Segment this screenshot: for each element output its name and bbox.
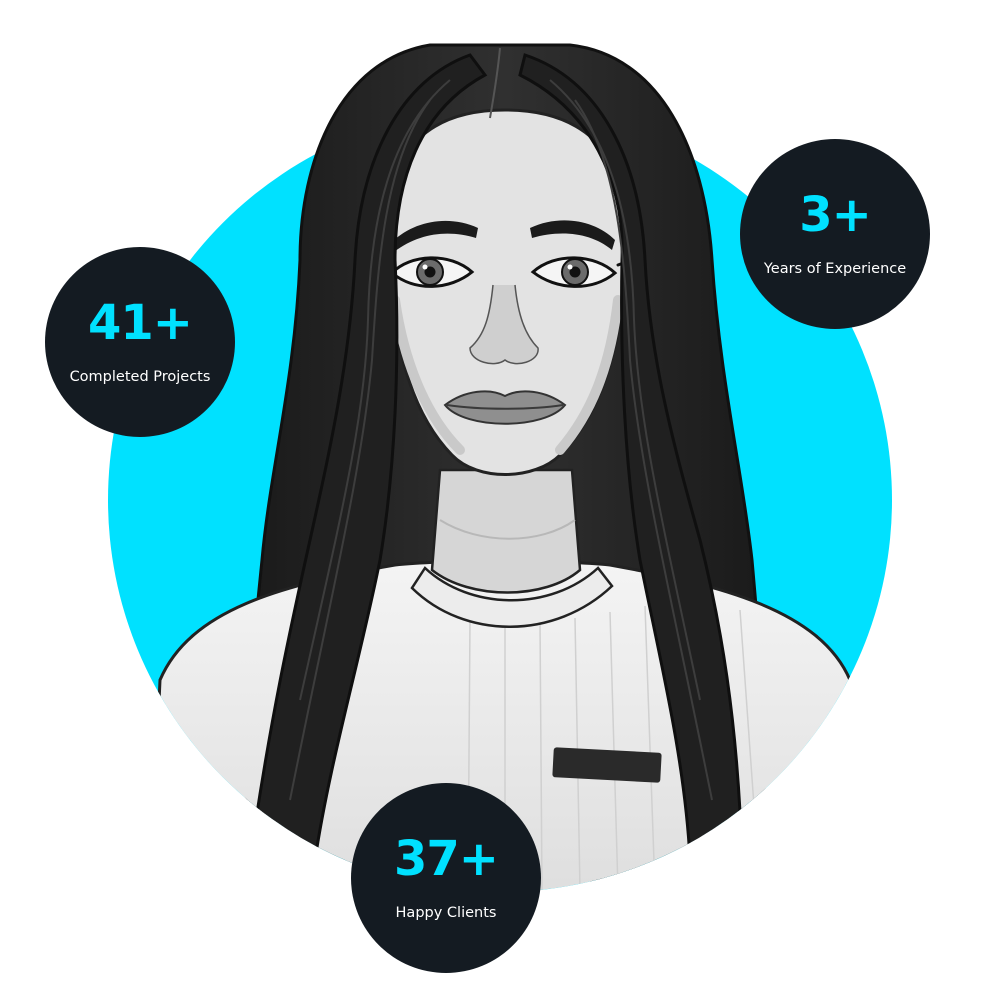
stat-badge-years-experience: 3+ Years of Experience xyxy=(740,139,930,329)
stat-label: Completed Projects xyxy=(69,369,211,385)
stat-value: 37+ xyxy=(393,831,499,887)
stat-badge-completed-projects: 41+ Completed Projects xyxy=(45,247,235,437)
stat-label: Happy Clients xyxy=(395,905,497,921)
stat-label: Years of Experience xyxy=(763,261,907,277)
stat-badge-happy-clients: 37+ Happy Clients xyxy=(351,783,541,973)
stat-value: 41+ xyxy=(87,295,193,351)
stat-value: 3+ xyxy=(799,187,872,243)
hero-portrait-section: 41+ Completed Projects 3+ Years of Exper… xyxy=(0,0,1000,1000)
